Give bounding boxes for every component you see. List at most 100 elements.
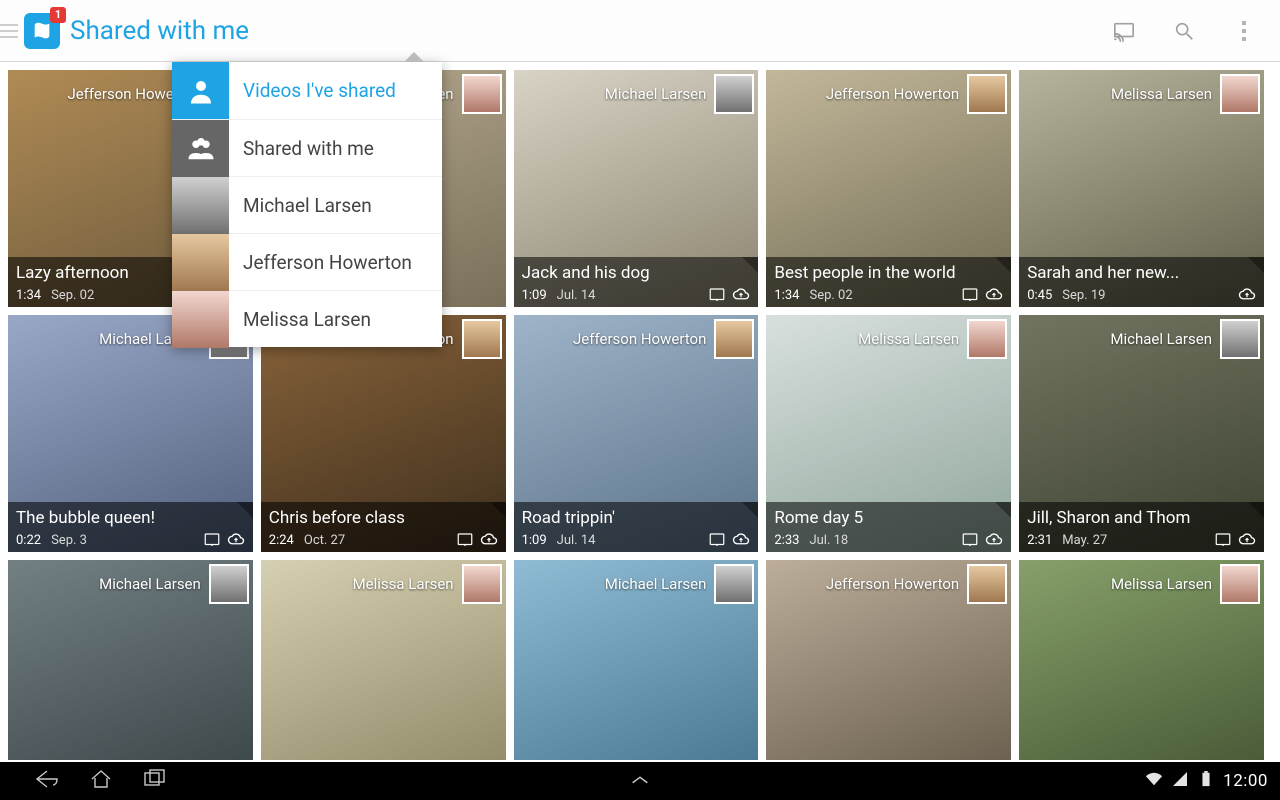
dropdown-item-videos-ive-shared[interactable]: Videos I've shared: [172, 62, 442, 119]
video-card[interactable]: Melissa Larsen: [261, 560, 506, 760]
video-duration: 2:33: [774, 533, 799, 548]
video-info-bar: Jack and his dog1:09Jul. 14: [514, 257, 759, 307]
search-button[interactable]: [1154, 0, 1214, 62]
avatar: [209, 564, 249, 604]
video-title: Jill, Sharon and Thom: [1027, 508, 1256, 528]
video-card[interactable]: Michael Larsen Jill, Sharon and Thom 2:31 M…: [1019, 315, 1264, 552]
video-date: Sep. 19: [1062, 288, 1105, 303]
back-button[interactable]: [34, 769, 60, 793]
video-duration: 1:09: [522, 533, 547, 548]
dropdown-item-shared-with-me[interactable]: Shared with me: [172, 119, 442, 176]
owner-overlay: Melissa Larsen: [265, 564, 502, 604]
video-duration: 2:31: [1027, 533, 1052, 548]
video-info-bar: Road trippin'1:09Jul. 14: [514, 502, 759, 552]
owner-name: Melissa Larsen: [353, 575, 454, 593]
signal-icon: [1171, 771, 1189, 791]
overflow-menu-button[interactable]: [1214, 0, 1274, 62]
owner-name: Michael Larsen: [99, 575, 201, 593]
recents-button[interactable]: [142, 769, 168, 793]
dropdown-item-melissa[interactable]: Melissa Larsen: [172, 290, 442, 347]
video-card[interactable]: Michael LarsenJack and his dog1:09Jul. 1…: [514, 70, 759, 307]
avatar: [172, 177, 229, 234]
dropdown-item-jefferson[interactable]: Jefferson Howerton: [172, 233, 442, 290]
video-title: Road trippin': [522, 508, 751, 528]
page-title[interactable]: Shared with me: [70, 16, 249, 46]
video-card[interactable]: Michael LarsenThe bubble queen!0:22Sep. …: [8, 315, 253, 552]
filter-dropdown: Videos I've shared Shared with me Michae…: [172, 62, 442, 347]
video-duration: 1:34: [774, 288, 799, 303]
video-title: Sarah and her new...: [1027, 263, 1256, 283]
owner-overlay: Michael Larsen: [518, 564, 755, 604]
owner-name: Michael Larsen: [605, 575, 707, 593]
video-date: Sep. 02: [51, 288, 94, 303]
owner-name: Jefferson Howerton: [573, 330, 706, 348]
video-title: The bubble queen!: [16, 508, 245, 528]
cloud-sync-icon: [732, 532, 750, 548]
avatar: [714, 74, 754, 114]
tablet-icon: [708, 532, 726, 548]
avatar: [462, 564, 502, 604]
share-icon: [490, 502, 506, 518]
video-date: Sep. 3: [51, 533, 87, 548]
cloud-sync-icon: [985, 532, 1003, 548]
home-button[interactable]: [88, 769, 114, 793]
video-date: Oct. 27: [304, 533, 345, 548]
avatar: [1220, 74, 1260, 114]
cloud-sync-icon: [1238, 532, 1256, 548]
avatar: [967, 564, 1007, 604]
group-icon: [172, 120, 229, 177]
tablet-icon: [961, 287, 979, 303]
dropdown-item-label: Jefferson Howerton: [229, 251, 412, 274]
notification-badge: 1: [50, 7, 66, 23]
cloud-sync-icon: [985, 287, 1003, 303]
video-card[interactable]: Michael Larsen: [8, 560, 253, 760]
video-date: Sep. 02: [809, 288, 852, 303]
video-date: Jul. 14: [557, 288, 596, 303]
owner-overlay: Melissa Larsen: [770, 319, 1007, 359]
video-card[interactable]: Jefferson HowertonChris before class2:24…: [261, 315, 506, 552]
video-card[interactable]: Melissa LarsenRome day 52:33Jul. 18: [766, 315, 1011, 552]
video-card[interactable]: Melissa LarsenSarah and her new...0:45Se…: [1019, 70, 1264, 307]
owner-overlay: Melissa Larsen: [1023, 564, 1260, 604]
cast-button[interactable]: [1094, 0, 1154, 62]
app-icon[interactable]: 1: [24, 13, 60, 49]
cloud-sync-icon: [227, 532, 245, 548]
battery-icon: [1197, 771, 1215, 791]
expand-handle[interactable]: [629, 772, 651, 791]
action-bar: 1 Shared with me: [0, 0, 1280, 62]
avatar: [172, 291, 229, 348]
avatar: [714, 564, 754, 604]
video-card[interactable]: Jefferson Howerton Best people in the wor…: [766, 70, 1011, 307]
share-icon: [995, 502, 1011, 518]
video-info-bar: Jill, Sharon and Thom 2:31 May. 27: [1019, 502, 1264, 552]
person-icon: [172, 62, 229, 119]
owner-overlay: Jefferson Howerton: [770, 74, 1007, 114]
owner-name: Melissa Larsen: [1111, 85, 1212, 103]
owner-overlay: Michael Larsen: [1023, 319, 1260, 359]
video-info-bar: Chris before class2:24Oct. 27: [261, 502, 506, 552]
tablet-icon: [203, 532, 221, 548]
video-card[interactable]: Jefferson HowertonRoad trippin'1:09Jul. …: [514, 315, 759, 552]
dropdown-item-label: Melissa Larsen: [229, 308, 371, 331]
system-navbar: 12:00: [0, 762, 1280, 800]
video-card[interactable]: Jefferson Howerton: [766, 560, 1011, 760]
video-duration: 1:09: [522, 288, 547, 303]
tablet-icon: [456, 532, 474, 548]
owner-name: Michael Larsen: [605, 85, 707, 103]
avatar: [1220, 319, 1260, 359]
nav-drawer-button[interactable]: [0, 11, 18, 51]
video-info-bar: The bubble queen!0:22Sep. 3: [8, 502, 253, 552]
share-icon: [237, 502, 253, 518]
share-icon: [742, 257, 758, 273]
dropdown-item-michael[interactable]: Michael Larsen: [172, 176, 442, 233]
avatar: [1220, 564, 1260, 604]
video-card[interactable]: Michael Larsen: [514, 560, 759, 760]
owner-name: Jefferson Howerton: [826, 85, 959, 103]
owner-name: Jefferson Howerton: [826, 575, 959, 593]
video-date: May. 27: [1062, 533, 1107, 548]
owner-overlay: Michael Larsen: [518, 74, 755, 114]
video-card[interactable]: Melissa Larsen: [1019, 560, 1264, 760]
avatar: [462, 74, 502, 114]
video-title: Best people in the world: [774, 263, 1003, 283]
dropdown-item-label: Shared with me: [229, 137, 374, 160]
